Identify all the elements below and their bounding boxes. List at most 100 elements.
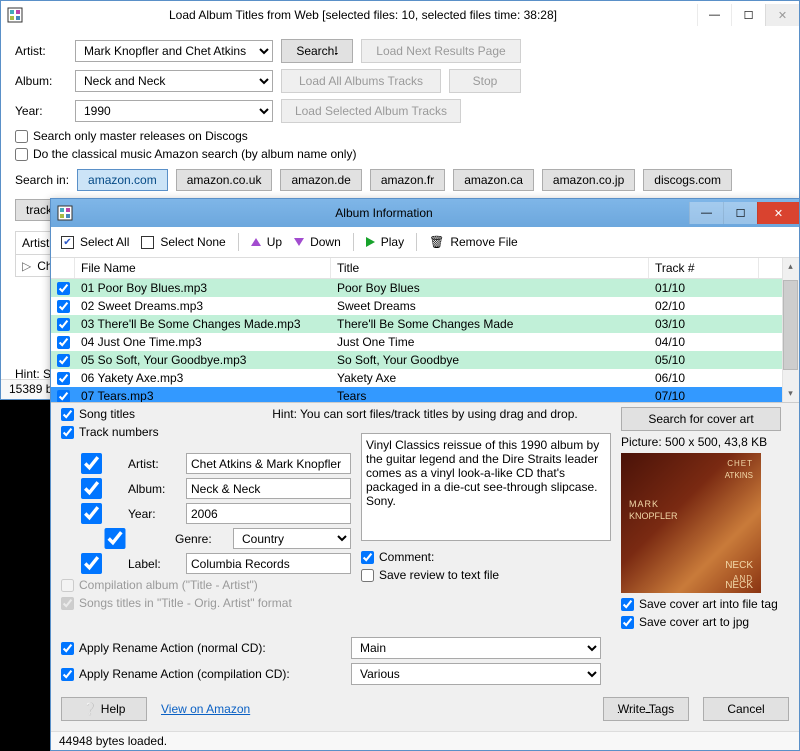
track-row[interactable]: 04 Just One Time.mp3Just One Time04/10 (51, 333, 799, 351)
rename-comp-select[interactable]: Various (351, 663, 601, 685)
rename-normal-select[interactable]: Main (351, 637, 601, 659)
genre-field[interactable]: Country (233, 528, 351, 549)
select-none-button[interactable]: Select None (141, 235, 225, 249)
track-number: 02/10 (649, 298, 759, 314)
play-button[interactable]: Play (366, 235, 404, 249)
comment-checkbox[interactable]: Comment: (361, 550, 611, 564)
genre-checkbox[interactable] (61, 528, 169, 549)
song-titles-checkbox[interactable]: Song titles (61, 407, 351, 421)
track-row[interactable]: 03 There'll Be Some Changes Made.mp3Ther… (51, 315, 799, 333)
compilation-checkbox: Compilation album ("Title - Artist") (61, 578, 351, 592)
child-statusbar: 44948 bytes loaded. (51, 731, 799, 750)
scrollbar[interactable]: ▴ ▾ (782, 258, 799, 402)
remove-file-button[interactable]: 🗑Remove File (429, 235, 518, 249)
track-title: So Soft, Your Goodbye (331, 352, 649, 368)
site-amazon-de[interactable]: amazon.de (280, 169, 361, 191)
save-tag-checkbox[interactable]: Save cover art into file tag (621, 597, 800, 611)
track-row[interactable]: 05 So Soft, Your Goodbye.mp3So Soft, You… (51, 351, 799, 369)
site-discogs[interactable]: discogs.com (643, 169, 732, 191)
close-button[interactable]: ✕ (757, 202, 799, 224)
picture-info: Picture: 500 x 500, 43,8 KB (621, 435, 800, 449)
col-title[interactable]: Title (331, 258, 649, 278)
track-row[interactable]: 01 Poor Boy Blues.mp3Poor Boy Blues01/10 (51, 279, 799, 297)
scroll-down-icon[interactable]: ▾ (782, 385, 799, 402)
review-textarea[interactable]: Vinyl Classics reissue of this 1990 albu… (361, 433, 611, 541)
move-up-button[interactable]: Up (251, 235, 282, 249)
stop-button[interactable]: Stop (449, 69, 521, 93)
classical-search-checkbox[interactable]: Do the classical music Amazon search (by… (15, 147, 785, 161)
site-amazon-com[interactable]: amazon.com (77, 169, 168, 191)
track-filename: 04 Just One Time.mp3 (75, 334, 331, 350)
app-icon (57, 205, 73, 221)
track-checkbox[interactable] (57, 390, 70, 403)
track-row[interactable]: 07 Tears.mp3Tears07/10 (51, 387, 799, 403)
col-filename[interactable]: File Name (75, 258, 331, 278)
track-filename: 05 So Soft, Your Goodbye.mp3 (75, 352, 331, 368)
minimize-button[interactable]: — (689, 202, 723, 224)
scrollbar-thumb[interactable] (783, 280, 798, 370)
view-on-amazon-link[interactable]: View on Amazon (161, 702, 250, 716)
year-field[interactable] (186, 503, 351, 524)
window-title: Load Album Titles from Web [selected fil… (29, 8, 697, 22)
site-amazon-co-uk[interactable]: amazon.co.uk (176, 169, 273, 191)
artist-field[interactable] (186, 453, 351, 474)
search-cover-art-button[interactable]: Search for cover art (621, 407, 781, 431)
site-amazon-co-jp[interactable]: amazon.co.jp (542, 169, 635, 191)
load-all-tracks-button[interactable]: Load All Albums Tracks (281, 69, 441, 93)
scroll-up-icon[interactable]: ▴ (782, 258, 799, 275)
album-checkbox[interactable] (61, 478, 122, 499)
search-in-label: Search in: (15, 173, 69, 187)
artist-combo[interactable]: Mark Knopfler and Chet Atkins (75, 40, 273, 62)
track-filename: 07 Tears.mp3 (75, 388, 331, 403)
track-number: 05/10 (649, 352, 759, 368)
label-checkbox[interactable] (61, 553, 122, 574)
track-checkbox[interactable] (57, 318, 70, 331)
track-number: 07/10 (649, 388, 759, 403)
rename-normal-checkbox[interactable]: Apply Rename Action (normal CD): (61, 641, 341, 655)
track-numbers-checkbox[interactable]: Track numbers (61, 425, 351, 439)
album-label: Album: (15, 74, 67, 88)
label-field[interactable] (186, 553, 351, 574)
year-combo[interactable]: 1990 (75, 100, 273, 122)
cancel-button[interactable]: Cancel (703, 697, 789, 721)
close-button[interactable]: ✕ (765, 4, 799, 26)
maximize-button[interactable]: ☐ (723, 202, 757, 224)
track-number: 03/10 (649, 316, 759, 332)
track-row[interactable]: 02 Sweet Dreams.mp3Sweet Dreams02/10 (51, 297, 799, 315)
maximize-button[interactable]: ☐ (731, 4, 765, 26)
col-track[interactable]: Track # (649, 258, 759, 278)
rename-comp-checkbox[interactable]: Apply Rename Action (compilation CD): (61, 667, 341, 681)
load-selected-tracks-button[interactable]: Load Selected Album Tracks (281, 99, 461, 123)
master-releases-checkbox[interactable]: Search only master releases on Discogs (15, 129, 785, 143)
album-field[interactable] (186, 478, 351, 499)
year-checkbox[interactable] (61, 503, 122, 524)
save-review-checkbox[interactable]: Save review to text file (361, 568, 611, 582)
track-row[interactable]: 06 Yakety Axe.mp3Yakety Axe06/10 (51, 369, 799, 387)
artist-checkbox[interactable] (61, 453, 122, 474)
track-checkbox[interactable] (57, 282, 70, 295)
track-title: Yakety Axe (331, 370, 649, 386)
album-combo[interactable]: Neck and Neck (75, 70, 273, 92)
minimize-button[interactable]: — (697, 4, 731, 26)
save-jpg-checkbox[interactable]: Save cover art to jpg (621, 615, 800, 629)
track-checkbox[interactable] (57, 354, 70, 367)
site-amazon-fr[interactable]: amazon.fr (370, 169, 445, 191)
track-title: There'll Be Some Changes Made (331, 316, 649, 332)
track-checkbox[interactable] (57, 372, 70, 385)
track-title: Poor Boy Blues (331, 280, 649, 296)
load-next-button[interactable]: Load Next Results Page (361, 39, 521, 63)
track-checkbox[interactable] (57, 336, 70, 349)
move-down-button[interactable]: Down (294, 235, 341, 249)
help-button[interactable]: ❔ Help (61, 697, 147, 721)
play-icon (366, 237, 375, 247)
track-number: 06/10 (649, 370, 759, 386)
site-amazon-ca[interactable]: amazon.ca (453, 169, 534, 191)
select-all-button[interactable]: ✔Select All (61, 235, 129, 249)
artist-label: Artist: (15, 44, 67, 58)
track-checkbox[interactable] (57, 300, 70, 313)
year-label: Year: (15, 104, 67, 118)
search-button[interactable]: Search! (281, 39, 353, 63)
track-filename: 06 Yakety Axe.mp3 (75, 370, 331, 386)
track-number: 01/10 (649, 280, 759, 296)
write-tags-button[interactable]: Write Tags (603, 697, 689, 721)
